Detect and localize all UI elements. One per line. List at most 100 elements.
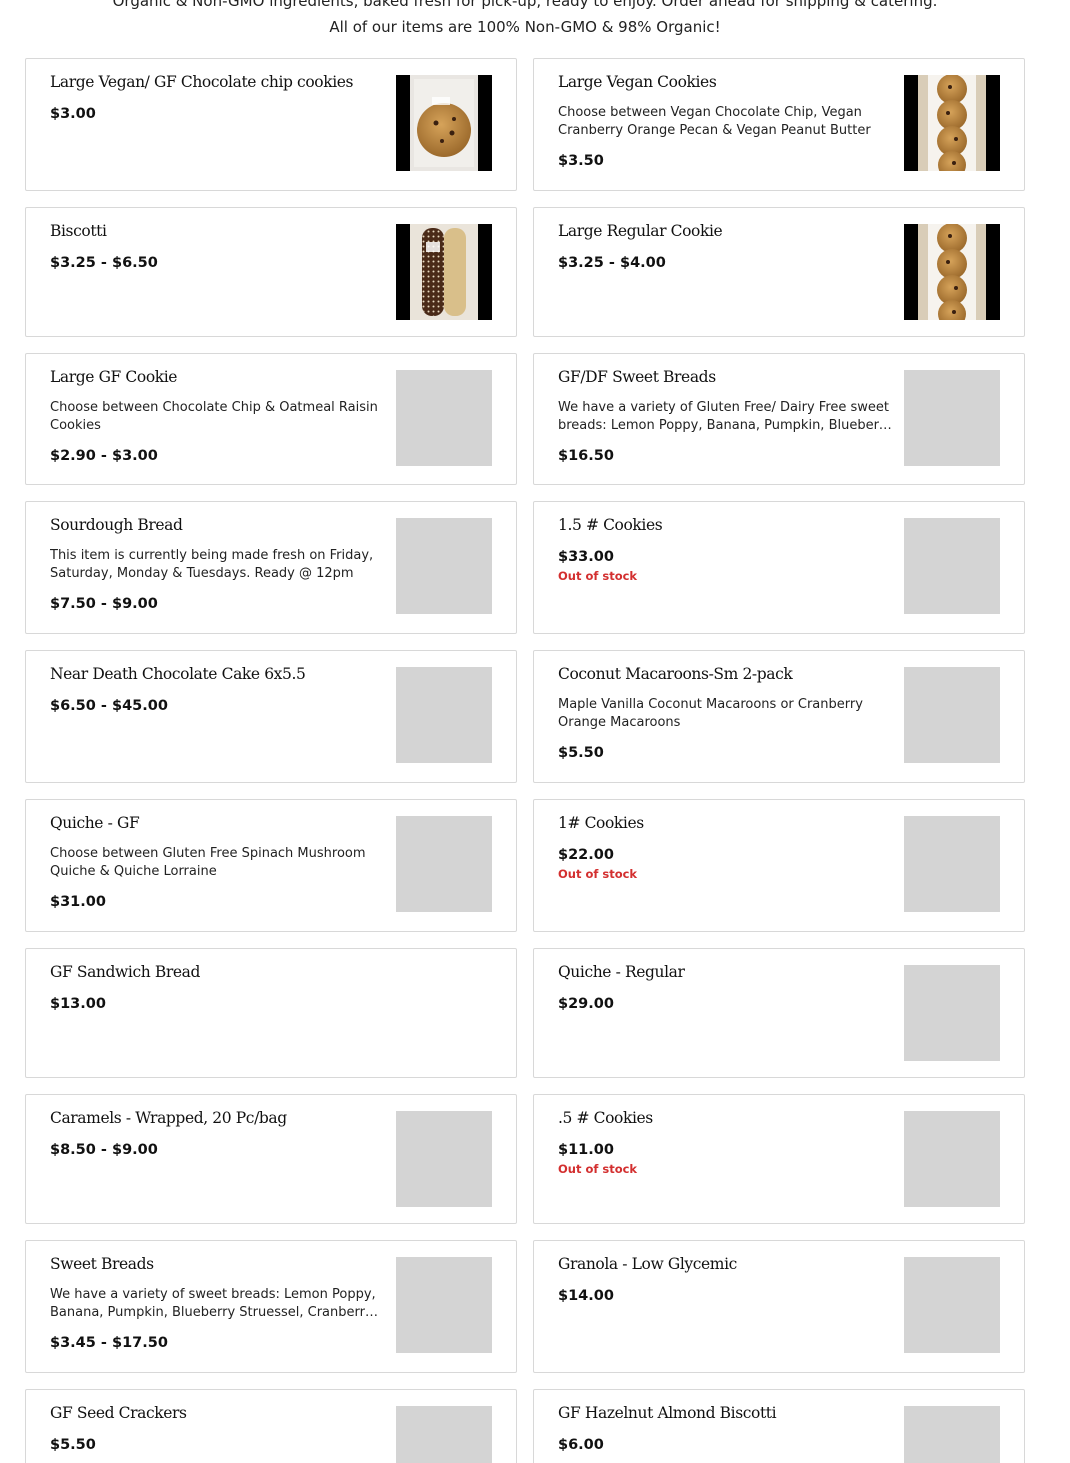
product-image[interactable]	[396, 75, 492, 171]
product-price: $31.00	[50, 894, 106, 910]
product-description: This item is currently being made fresh …	[50, 548, 374, 581]
image-placeholder[interactable]	[396, 370, 492, 466]
image-placeholder[interactable]	[396, 1257, 492, 1353]
product-info: Sweet Breads We have a variety of sweet b…	[50, 1253, 385, 1353]
product-name[interactable]: Large Vegan/ GF Chocolate chip cookies	[50, 71, 385, 93]
image-placeholder[interactable]	[396, 1406, 492, 1463]
product-description: Choose between Chocolate Chip & Oatmeal …	[50, 400, 378, 433]
product-name[interactable]: Large GF Cookie	[50, 366, 385, 388]
product-price: $3.00	[50, 106, 96, 122]
image-placeholder[interactable]	[904, 518, 1000, 614]
product-card[interactable]: Sweet Breads We have a variety of sweet b…	[25, 1240, 517, 1373]
product-card[interactable]: GF/DF Sweet Breads We have a variety of G…	[533, 353, 1025, 485]
product-price: $16.50	[558, 448, 614, 464]
product-name[interactable]: Large Vegan Cookies	[558, 71, 893, 93]
product-name[interactable]: Biscotti	[50, 220, 385, 242]
product-image[interactable]	[904, 75, 1000, 171]
product-card[interactable]: Large GF Cookie Choose between Chocolate …	[25, 353, 517, 485]
product-description: Choose between Gluten Free Spinach Mushr…	[50, 846, 366, 879]
product-price: $5.50	[50, 1437, 96, 1453]
image-placeholder[interactable]	[396, 667, 492, 763]
product-card[interactable]: Large Vegan Cookies Choose between Vegan …	[533, 58, 1025, 191]
product-price: $3.45 - $17.50	[50, 1335, 168, 1351]
product-info: Large Vegan/ GF Chocolate chip cookies $3…	[50, 71, 385, 124]
product-price: $6.00	[558, 1437, 604, 1453]
product-price: $8.50 - $9.00	[50, 1142, 158, 1158]
product-name[interactable]: GF Hazelnut Almond Biscotti	[558, 1402, 893, 1424]
product-card[interactable]: Large Vegan/ GF Chocolate chip cookies $3…	[25, 58, 517, 191]
product-name[interactable]: GF Sandwich Bread	[50, 961, 385, 983]
product-name[interactable]: Large Regular Cookie	[558, 220, 893, 242]
product-name[interactable]: Coconut Macaroons-Sm 2-pack	[558, 663, 893, 685]
product-card[interactable]: Biscotti $3.25 - $6.50	[25, 207, 517, 337]
product-price: $11.00	[558, 1142, 614, 1158]
product-info: GF Sandwich Bread $13.00	[50, 961, 385, 1014]
image-placeholder[interactable]	[904, 1111, 1000, 1207]
image-placeholder[interactable]	[904, 667, 1000, 763]
product-description: Choose between Vegan Chocolate Chip, Veg…	[558, 105, 871, 138]
product-info: Sourdough Bread This item is currently be…	[50, 514, 385, 614]
product-price: $5.50	[558, 745, 604, 761]
product-card[interactable]: Near Death Chocolate Cake 6x5.5 $6.50 - $…	[25, 650, 517, 783]
product-name[interactable]: GF/DF Sweet Breads	[558, 366, 893, 388]
intro-text: Organic & Non-GMO ingredients, baked fre…	[0, 0, 1050, 40]
product-card[interactable]: Granola - Low Glycemic $14.00	[533, 1240, 1025, 1373]
product-card[interactable]: Coconut Macaroons-Sm 2-pack Maple Vanilla…	[533, 650, 1025, 783]
product-name[interactable]: 1.5 # Cookies	[558, 514, 893, 536]
product-price: $3.25 - $4.00	[558, 255, 666, 271]
out-of-stock-label: Out of stock	[558, 569, 638, 583]
intro-line-1: Organic & Non-GMO ingredients, baked fre…	[112, 0, 938, 10]
intro-line-2: All of our items are 100% Non-GMO & 98% …	[329, 18, 721, 36]
product-price: $3.50	[558, 153, 604, 169]
product-info: GF Hazelnut Almond Biscotti $6.00	[558, 1402, 893, 1455]
product-card[interactable]: GF Seed Crackers $5.50	[25, 1389, 517, 1463]
product-card[interactable]: GF Hazelnut Almond Biscotti $6.00	[533, 1389, 1025, 1463]
product-name[interactable]: 1# Cookies	[558, 812, 893, 834]
product-price: $6.50 - $45.00	[50, 698, 168, 714]
product-image[interactable]	[904, 224, 1000, 320]
image-placeholder[interactable]	[904, 965, 1000, 1061]
product-info: Biscotti $3.25 - $6.50	[50, 220, 385, 273]
product-info: Large Vegan Cookies Choose between Vegan …	[558, 71, 893, 171]
product-name[interactable]: .5 # Cookies	[558, 1107, 893, 1129]
product-image[interactable]	[396, 224, 492, 320]
product-card[interactable]: Quiche - Regular $29.00	[533, 948, 1025, 1078]
image-placeholder[interactable]	[396, 518, 492, 614]
image-placeholder[interactable]	[396, 1111, 492, 1207]
product-info: Large GF Cookie Choose between Chocolate …	[50, 366, 385, 466]
product-card[interactable]: 1.5 # Cookies $33.00 Out of stock	[533, 501, 1025, 634]
product-name[interactable]: Quiche - Regular	[558, 961, 893, 983]
product-card[interactable]: Sourdough Bread This item is currently be…	[25, 501, 517, 634]
product-price: $33.00	[558, 549, 614, 565]
product-info: 1.5 # Cookies $33.00 Out of stock	[558, 514, 893, 584]
product-price: $7.50 - $9.00	[50, 596, 158, 612]
product-description: We have a variety of Gluten Free/ Dairy …	[558, 400, 892, 433]
product-name[interactable]: Sourdough Bread	[50, 514, 385, 536]
image-placeholder[interactable]	[904, 370, 1000, 466]
product-name[interactable]: Sweet Breads	[50, 1253, 385, 1275]
product-card[interactable]: Quiche - GF Choose between Gluten Free Sp…	[25, 799, 517, 932]
product-info: GF Seed Crackers $5.50	[50, 1402, 385, 1455]
product-card[interactable]: GF Sandwich Bread $13.00	[25, 948, 517, 1078]
product-card[interactable]: Large Regular Cookie $3.25 - $4.00	[533, 207, 1025, 337]
product-name[interactable]: Granola - Low Glycemic	[558, 1253, 893, 1275]
product-name[interactable]: GF Seed Crackers	[50, 1402, 385, 1424]
product-card[interactable]: Caramels - Wrapped, 20 Pc/bag $8.50 - $9.…	[25, 1094, 517, 1224]
product-price: $13.00	[50, 996, 106, 1012]
product-price: $22.00	[558, 847, 614, 863]
product-info: Caramels - Wrapped, 20 Pc/bag $8.50 - $9.…	[50, 1107, 385, 1160]
product-card[interactable]: .5 # Cookies $11.00 Out of stock	[533, 1094, 1025, 1224]
image-placeholder[interactable]	[904, 1257, 1000, 1353]
product-info: Near Death Chocolate Cake 6x5.5 $6.50 - $…	[50, 663, 385, 716]
product-name[interactable]: Quiche - GF	[50, 812, 385, 834]
product-card[interactable]: 1# Cookies $22.00 Out of stock	[533, 799, 1025, 932]
image-placeholder[interactable]	[904, 1406, 1000, 1463]
image-placeholder[interactable]	[396, 816, 492, 912]
image-placeholder[interactable]	[904, 816, 1000, 912]
product-name[interactable]: Near Death Chocolate Cake 6x5.5	[50, 663, 385, 685]
product-info: Granola - Low Glycemic $14.00	[558, 1253, 893, 1306]
product-price: $29.00	[558, 996, 614, 1012]
product-price: $3.25 - $6.50	[50, 255, 158, 271]
product-name[interactable]: Caramels - Wrapped, 20 Pc/bag	[50, 1107, 385, 1129]
product-info: Quiche - GF Choose between Gluten Free Sp…	[50, 812, 385, 912]
